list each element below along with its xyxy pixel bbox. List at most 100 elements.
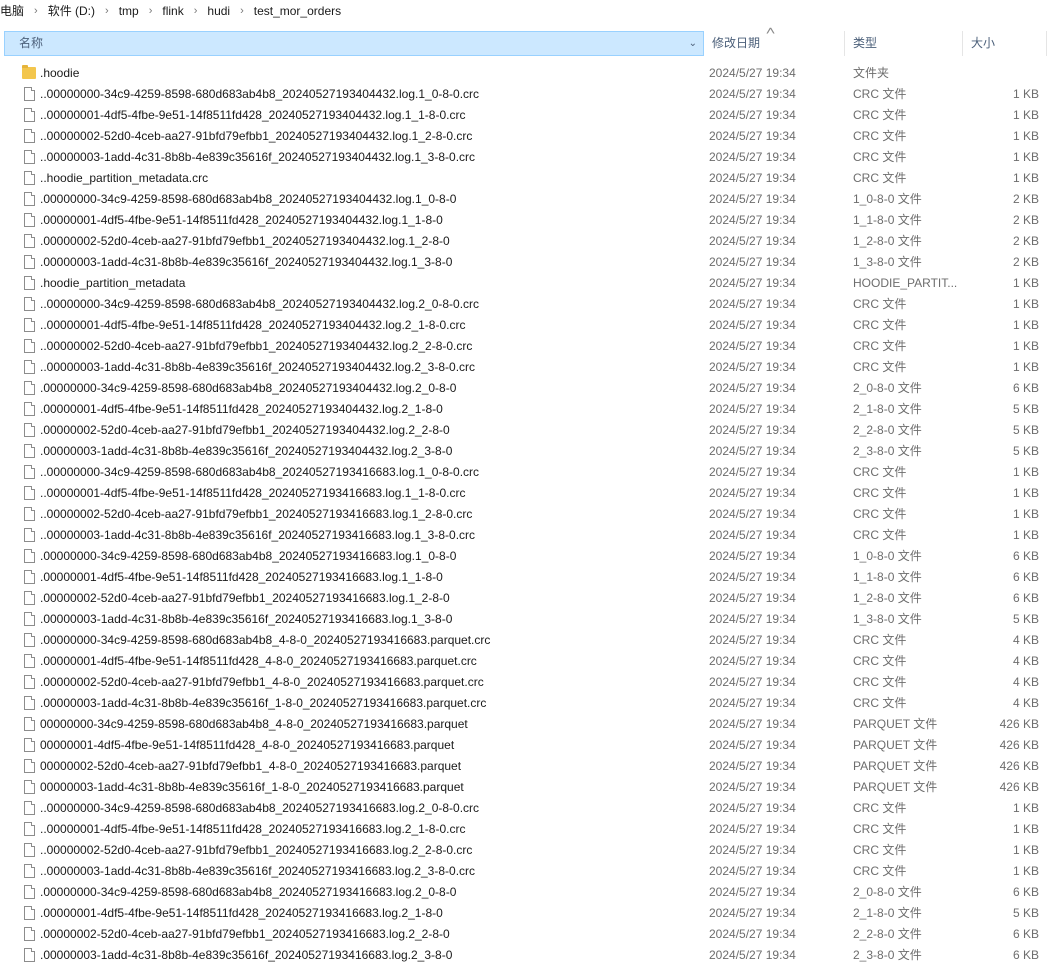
file-row[interactable]: .00000003-1add-4c31-8b8b-4e839c35616f_1-…: [0, 693, 1057, 714]
file-name: .00000002-52d0-4ceb-aa27-91bfd79efbb1_4-…: [40, 675, 484, 689]
chevron-right-icon[interactable]: ›: [145, 5, 157, 17]
file-name: ..00000001-4df5-4fbe-9e51-14f8511fd428_2…: [40, 108, 466, 122]
file-row[interactable]: 00000001-4df5-4fbe-9e51-14f8511fd428_4-8…: [0, 735, 1057, 756]
breadcrumb-item-test-mor-orders[interactable]: test_mor_orders: [248, 0, 347, 22]
file-row[interactable]: .00000000-34c9-4259-8598-680d683ab4b8_20…: [0, 189, 1057, 210]
file-date: 2024/5/27 19:34: [709, 213, 796, 227]
file-name: .00000000-34c9-4259-8598-680d683ab4b8_20…: [40, 549, 457, 563]
file-type: 1_2-8-0 文件: [853, 234, 922, 248]
file-row[interactable]: ..00000002-52d0-4ceb-aa27-91bfd79efbb1_2…: [0, 504, 1057, 525]
file-row[interactable]: ..00000001-4df5-4fbe-9e51-14f8511fd428_2…: [0, 483, 1057, 504]
file-size: 426 KB: [999, 717, 1039, 731]
file-row[interactable]: ..00000000-34c9-4259-8598-680d683ab4b8_2…: [0, 798, 1057, 819]
breadcrumb-item-tmp[interactable]: tmp: [113, 0, 145, 22]
breadcrumb-item-computer[interactable]: 电脑: [0, 0, 30, 22]
file-icon: [24, 507, 35, 521]
breadcrumb-item-drive-d[interactable]: 软件 (D:): [42, 0, 101, 22]
chevron-right-icon[interactable]: ›: [190, 5, 202, 17]
chevron-right-icon[interactable]: ›: [30, 5, 42, 17]
file-date: 2024/5/27 19:34: [709, 885, 796, 899]
file-row[interactable]: .00000001-4df5-4fbe-9e51-14f8511fd428_20…: [0, 567, 1057, 588]
file-date: 2024/5/27 19:34: [709, 591, 796, 605]
file-row[interactable]: ..00000002-52d0-4ceb-aa27-91bfd79efbb1_2…: [0, 840, 1057, 861]
chevron-right-icon[interactable]: ›: [236, 5, 248, 17]
file-row[interactable]: ..00000003-1add-4c31-8b8b-4e839c35616f_2…: [0, 357, 1057, 378]
file-size: 1 KB: [1012, 360, 1039, 374]
column-header-size[interactable]: 大小: [963, 31, 1047, 56]
file-row[interactable]: ..00000003-1add-4c31-8b8b-4e839c35616f_2…: [0, 147, 1057, 168]
file-row[interactable]: .00000001-4df5-4fbe-9e51-14f8511fd428_20…: [0, 210, 1057, 231]
breadcrumb-item-flink[interactable]: flink: [156, 0, 189, 22]
column-header-bar: 名称 ⌄ 修改日期 类型 大小: [0, 31, 1057, 56]
file-icon: [24, 717, 35, 731]
file-row[interactable]: ..00000000-34c9-4259-8598-680d683ab4b8_2…: [0, 294, 1057, 315]
file-row[interactable]: 00000002-52d0-4ceb-aa27-91bfd79efbb1_4-8…: [0, 756, 1057, 777]
file-size: 6 KB: [1012, 591, 1039, 605]
file-row[interactable]: ..00000001-4df5-4fbe-9e51-14f8511fd428_2…: [0, 315, 1057, 336]
breadcrumb-item-hudi[interactable]: hudi: [201, 0, 236, 22]
file-date: 2024/5/27 19:34: [709, 612, 796, 626]
file-row[interactable]: .00000002-52d0-4ceb-aa27-91bfd79efbb1_20…: [0, 924, 1057, 945]
file-icon: [24, 675, 35, 689]
file-type: 2_2-8-0 文件: [853, 423, 922, 437]
file-row[interactable]: ..00000002-52d0-4ceb-aa27-91bfd79efbb1_2…: [0, 126, 1057, 147]
file-name: .00000001-4df5-4fbe-9e51-14f8511fd428_20…: [40, 402, 443, 416]
file-size: 6 KB: [1012, 927, 1039, 941]
file-type: 2_2-8-0 文件: [853, 927, 922, 941]
file-row[interactable]: .00000003-1add-4c31-8b8b-4e839c35616f_20…: [0, 252, 1057, 273]
file-row[interactable]: .00000003-1add-4c31-8b8b-4e839c35616f_20…: [0, 609, 1057, 630]
file-row[interactable]: ..00000003-1add-4c31-8b8b-4e839c35616f_2…: [0, 525, 1057, 546]
file-date: 2024/5/27 19:34: [709, 381, 796, 395]
file-icon: [24, 633, 35, 647]
file-icon: [24, 801, 35, 815]
file-row[interactable]: 00000003-1add-4c31-8b8b-4e839c35616f_1-8…: [0, 777, 1057, 798]
file-icon: [24, 906, 35, 920]
file-type: 2_3-8-0 文件: [853, 444, 922, 458]
file-row[interactable]: ..00000000-34c9-4259-8598-680d683ab4b8_2…: [0, 84, 1057, 105]
file-size: 5 KB: [1012, 402, 1039, 416]
file-date: 2024/5/27 19:34: [709, 255, 796, 269]
file-row[interactable]: .00000000-34c9-4259-8598-680d683ab4b8_20…: [0, 546, 1057, 567]
file-name: ..hoodie_partition_metadata.crc: [40, 171, 209, 185]
folder-row[interactable]: .hoodie 2024/5/27 19:34 文件夹: [0, 63, 1057, 84]
file-row[interactable]: ..00000002-52d0-4ceb-aa27-91bfd79efbb1_2…: [0, 336, 1057, 357]
file-row[interactable]: .00000001-4df5-4fbe-9e51-14f8511fd428_20…: [0, 903, 1057, 924]
file-row[interactable]: .00000002-52d0-4ceb-aa27-91bfd79efbb1_4-…: [0, 672, 1057, 693]
file-name: .hoodie_partition_metadata: [40, 276, 186, 290]
chevron-down-icon[interactable]: ⌄: [689, 32, 697, 55]
file-row[interactable]: .00000002-52d0-4ceb-aa27-91bfd79efbb1_20…: [0, 231, 1057, 252]
file-size: 1 KB: [1012, 465, 1039, 479]
file-type: PARQUET 文件: [853, 780, 938, 794]
file-row[interactable]: .00000001-4df5-4fbe-9e51-14f8511fd428_20…: [0, 399, 1057, 420]
file-row[interactable]: ..00000003-1add-4c31-8b8b-4e839c35616f_2…: [0, 861, 1057, 882]
file-row[interactable]: .00000000-34c9-4259-8598-680d683ab4b8_20…: [0, 882, 1057, 903]
file-row[interactable]: ..00000001-4df5-4fbe-9e51-14f8511fd428_2…: [0, 819, 1057, 840]
file-date: 2024/5/27 19:34: [709, 675, 796, 689]
file-icon: [24, 864, 35, 878]
file-row[interactable]: .00000002-52d0-4ceb-aa27-91bfd79efbb1_20…: [0, 588, 1057, 609]
file-row[interactable]: .00000003-1add-4c31-8b8b-4e839c35616f_20…: [0, 945, 1057, 966]
file-row[interactable]: .00000003-1add-4c31-8b8b-4e839c35616f_20…: [0, 441, 1057, 462]
file-row[interactable]: .00000002-52d0-4ceb-aa27-91bfd79efbb1_20…: [0, 420, 1057, 441]
file-type: PARQUET 文件: [853, 717, 938, 731]
file-name: 00000002-52d0-4ceb-aa27-91bfd79efbb1_4-8…: [40, 759, 462, 773]
file-icon: [24, 591, 35, 605]
file-row[interactable]: .00000001-4df5-4fbe-9e51-14f8511fd428_4-…: [0, 651, 1057, 672]
file-row[interactable]: ..00000000-34c9-4259-8598-680d683ab4b8_2…: [0, 462, 1057, 483]
column-header-type[interactable]: 类型: [845, 31, 963, 56]
file-date: 2024/5/27 19:34: [709, 822, 796, 836]
file-row[interactable]: ..00000001-4df5-4fbe-9e51-14f8511fd428_2…: [0, 105, 1057, 126]
file-row[interactable]: 00000000-34c9-4259-8598-680d683ab4b8_4-8…: [0, 714, 1057, 735]
file-date: 2024/5/27 19:34: [709, 801, 796, 815]
file-type: CRC 文件: [853, 675, 907, 689]
file-row[interactable]: .hoodie_partition_metadata 2024/5/27 19:3…: [0, 273, 1057, 294]
file-row[interactable]: .00000000-34c9-4259-8598-680d683ab4b8_20…: [0, 378, 1057, 399]
file-type: CRC 文件: [853, 507, 907, 521]
file-row[interactable]: .00000000-34c9-4259-8598-680d683ab4b8_4-…: [0, 630, 1057, 651]
file-icon: [24, 549, 35, 563]
file-row[interactable]: ..hoodie_partition_metadata.crc 2024/5/27…: [0, 168, 1057, 189]
chevron-right-icon[interactable]: ›: [101, 5, 113, 17]
column-header-name[interactable]: 名称 ⌄: [4, 31, 704, 56]
file-icon: [24, 444, 35, 458]
file-size: 1 KB: [1012, 276, 1039, 290]
